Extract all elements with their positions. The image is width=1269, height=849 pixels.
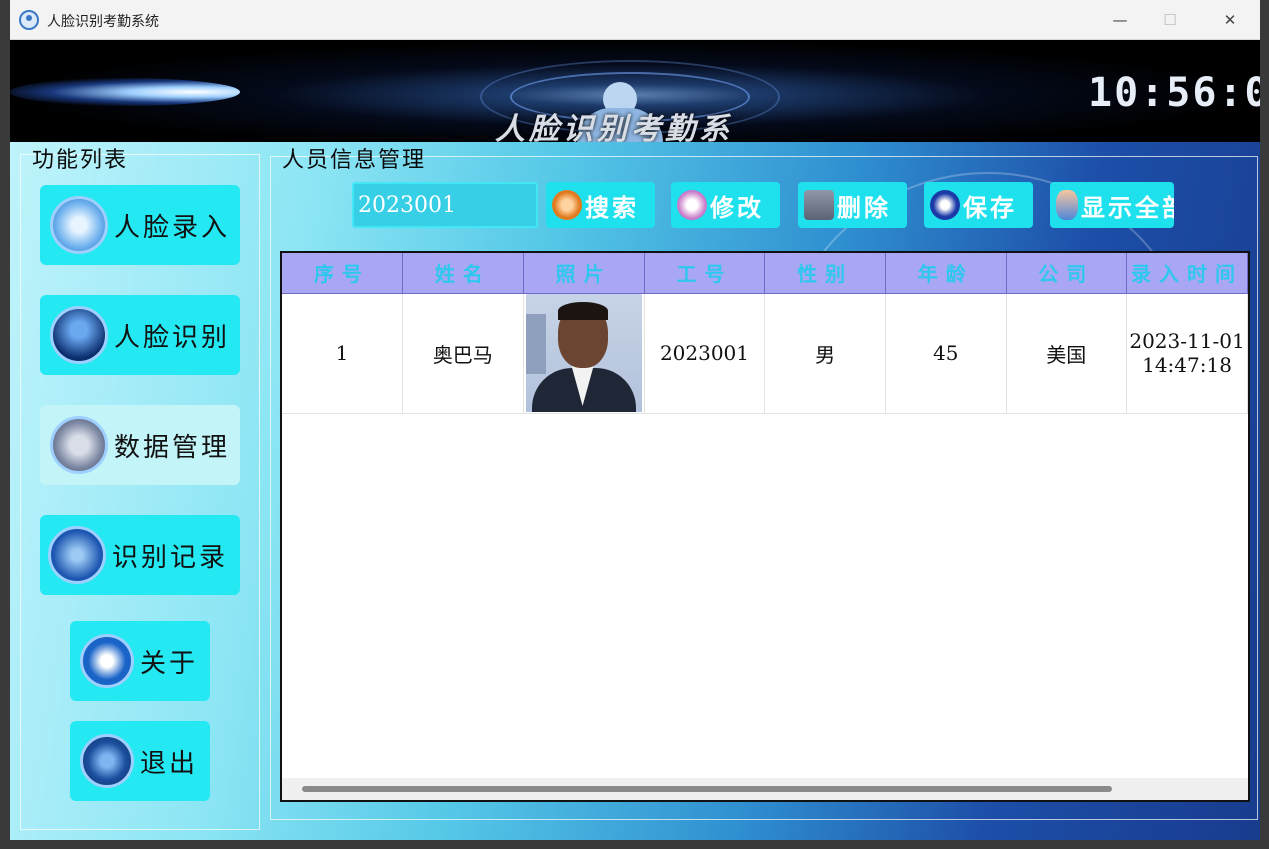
cell-name[interactable]: 奥巴马 <box>402 293 524 414</box>
column-header[interactable]: 录入时间 <box>1126 253 1248 294</box>
sidebar-item-face-entry[interactable]: 人脸录入 <box>40 185 240 265</box>
sidebar-item-label: 人脸识别 <box>114 322 231 353</box>
photo-background <box>525 314 546 374</box>
save-button[interactable]: 保存 <box>924 182 1033 228</box>
photo-hair <box>557 302 608 320</box>
cell-gender[interactable]: 男 <box>764 293 886 414</box>
sidebar-item-exit[interactable]: 退出 <box>70 721 210 801</box>
clock-display: 10:56:08 <box>1088 70 1260 116</box>
sidebar-item-label: 识别记录 <box>112 542 229 573</box>
sidebar-item-label: 数据管理 <box>114 432 231 463</box>
horizontal-scrollbar[interactable] <box>282 778 1248 800</box>
app-window: 人脸识别考勤系统 — ☐ ✕ 人脸识别考勤系 10:56:08 功能列表 人脸录… <box>10 0 1260 840</box>
search-button-label: 搜索 <box>585 192 639 222</box>
delete-button-label: 删除 <box>837 192 891 222</box>
header-banner: 人脸识别考勤系 10:56:08 <box>10 40 1260 142</box>
database-icon <box>50 416 108 474</box>
window-title: 人脸识别考勤系统 <box>47 14 159 30</box>
entry-date: 2023-11-01 <box>1129 329 1245 353</box>
column-header[interactable]: 公司 <box>1006 253 1128 294</box>
sidebar-item-records[interactable]: 识别记录 <box>40 515 240 595</box>
close-button[interactable]: ✕ <box>1210 6 1250 34</box>
sidebar-item-label: 人脸录入 <box>114 212 231 243</box>
delete-button[interactable]: 删除 <box>798 182 907 228</box>
main-content: 功能列表 人脸录入 人脸识别 数据管理 识别记录 关于 退出 人员信息管理 20… <box>10 142 1260 840</box>
show-all-button[interactable]: 显示全部 <box>1050 182 1174 228</box>
sidebar-title: 功能列表 <box>32 148 129 173</box>
title-bar[interactable]: 人脸识别考勤系统 — ☐ ✕ <box>10 0 1260 40</box>
save-disk-icon <box>930 190 960 220</box>
column-header[interactable]: 姓名 <box>402 253 524 294</box>
cell-company[interactable]: 美国 <box>1006 293 1128 414</box>
app-logo-icon <box>19 10 39 30</box>
main-title: 人员信息管理 <box>282 148 427 173</box>
maximize-button[interactable]: ☐ <box>1150 6 1190 34</box>
people-icon <box>1056 190 1078 220</box>
column-header[interactable]: 工号 <box>644 253 766 294</box>
exit-icon <box>80 734 134 788</box>
edit-button-label: 修改 <box>710 192 764 222</box>
search-input[interactable] <box>352 182 538 228</box>
cell-photo[interactable] <box>523 293 645 414</box>
sidebar-item-label: 退出 <box>140 748 199 779</box>
minimize-button[interactable]: — <box>1100 6 1140 34</box>
column-header[interactable]: 序号 <box>282 253 404 294</box>
save-button-label: 保存 <box>963 192 1017 222</box>
show-all-button-label: 显示全部 <box>1081 192 1174 222</box>
column-header[interactable]: 照片 <box>523 253 645 294</box>
personnel-table[interactable]: 序号 姓名 照片 工号 性别 年龄 公司 录入时间 1 奥巴马 2023001 … <box>280 251 1250 802</box>
sidebar-item-label: 关于 <box>140 648 199 679</box>
edit-document-icon <box>677 190 707 220</box>
sidebar-item-data-management[interactable]: 数据管理 <box>40 405 240 485</box>
banner-title: 人脸识别考勤系 <box>495 112 733 142</box>
scrollbar-thumb[interactable] <box>302 786 1112 792</box>
face-scan-icon <box>50 196 108 254</box>
cell-employee-id[interactable]: 2023001 <box>644 293 766 414</box>
sidebar-item-face-recognition[interactable]: 人脸识别 <box>40 295 240 375</box>
cell-entry-time[interactable]: 2023-11-01 14:47:18 <box>1126 293 1248 414</box>
search-button[interactable]: 搜索 <box>546 182 655 228</box>
entry-time: 14:47:18 <box>1142 353 1232 377</box>
sidebar-item-about[interactable]: 关于 <box>70 621 210 701</box>
trash-icon <box>804 190 834 220</box>
search-icon <box>552 190 582 220</box>
column-header[interactable]: 性别 <box>764 253 886 294</box>
table-row[interactable]: 1 奥巴马 2023001 男 45 美国 2023-11-01 14:47:1… <box>282 293 1248 414</box>
edit-button[interactable]: 修改 <box>671 182 780 228</box>
column-header[interactable]: 年龄 <box>885 253 1007 294</box>
light-streak-decoration <box>10 78 240 106</box>
user-avatar-icon <box>50 306 108 364</box>
table-header-row: 序号 姓名 照片 工号 性别 年龄 公司 录入时间 <box>282 253 1248 294</box>
person-photo <box>525 294 642 412</box>
cell-age[interactable]: 45 <box>885 293 1007 414</box>
handshake-icon <box>80 634 134 688</box>
record-edit-icon <box>48 526 106 584</box>
cell-index[interactable]: 1 <box>282 293 404 414</box>
